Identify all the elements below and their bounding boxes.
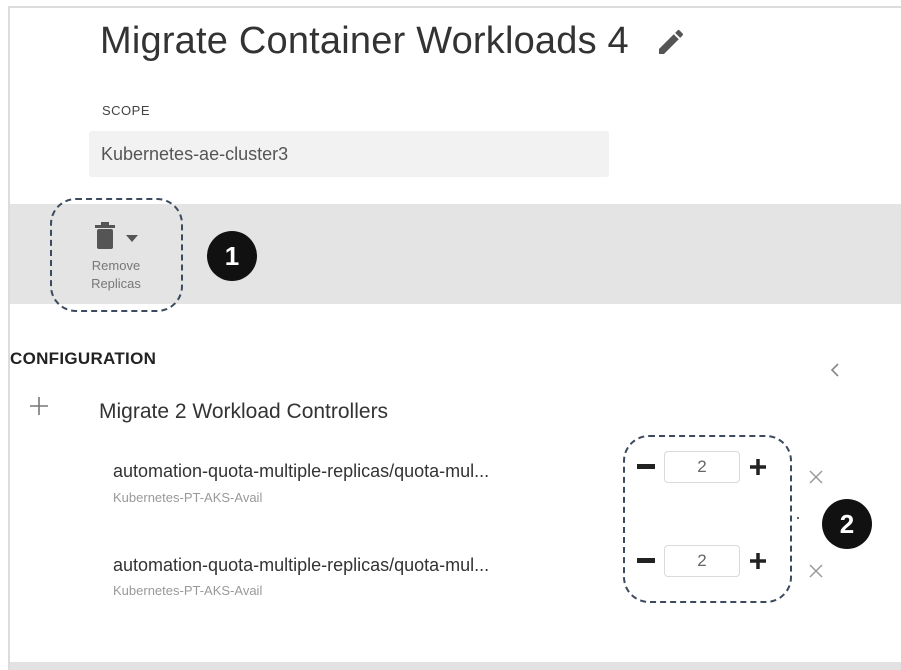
plus-icon[interactable] bbox=[28, 395, 50, 417]
caret-down-icon[interactable] bbox=[126, 230, 138, 248]
callout-badge-1: 1 bbox=[207, 231, 257, 281]
trash-icon bbox=[94, 222, 116, 255]
workload-item-name: automation-quota-multiple-replicas/quota… bbox=[113, 461, 490, 481]
remove-replicas-button[interactable]: Remove Replicas bbox=[56, 216, 176, 294]
close-icon[interactable] bbox=[807, 562, 825, 580]
scope-label: SCOPE bbox=[102, 103, 151, 118]
scope-field[interactable]: Kubernetes-ae-cluster3 bbox=[89, 131, 609, 177]
remove-label-line1: Remove bbox=[91, 258, 141, 273]
title-row: Migrate Container Workloads 4 bbox=[100, 20, 687, 63]
callout-badge-2: 2 bbox=[822, 499, 872, 549]
page-title: Migrate Container Workloads 4 bbox=[100, 20, 629, 62]
close-icon[interactable] bbox=[807, 468, 825, 486]
workload-item-cluster: Kubernetes-PT-AKS-Avail bbox=[113, 583, 263, 598]
bottom-strip bbox=[10, 662, 901, 670]
workload-group-label: Migrate 2 Workload Controllers bbox=[99, 400, 389, 423]
workload-item-name: automation-quota-multiple-replicas/quota… bbox=[113, 555, 490, 575]
remove-label-line2: Replicas bbox=[91, 276, 141, 291]
workload-item-cluster: Kubernetes-PT-AKS-Avail bbox=[113, 490, 263, 505]
pencil-icon[interactable] bbox=[655, 26, 687, 58]
configuration-title: CONFIGURATION bbox=[10, 349, 157, 368]
chevron-left-icon[interactable] bbox=[826, 360, 846, 380]
highlight-replica-steppers bbox=[623, 435, 792, 603]
divider-dot bbox=[797, 517, 799, 519]
